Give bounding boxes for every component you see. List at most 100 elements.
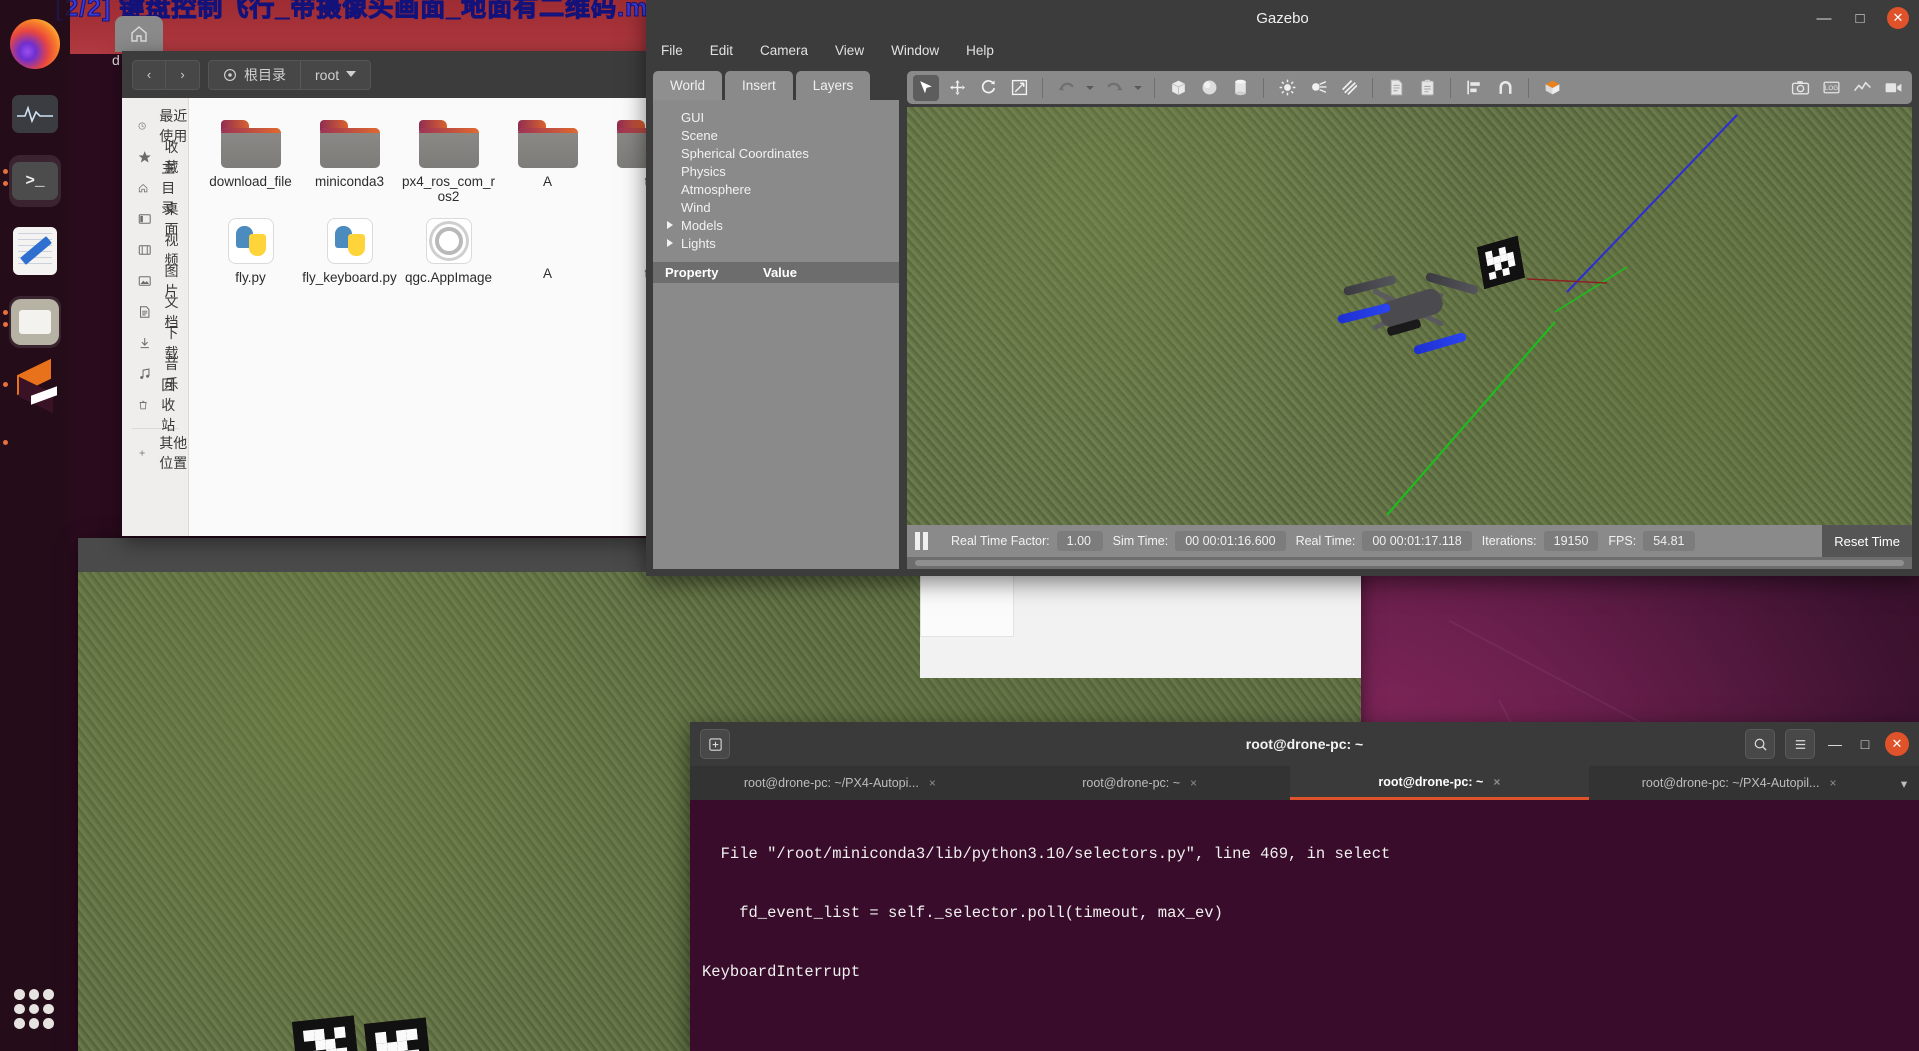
cylinder-icon[interactable] bbox=[1227, 75, 1253, 101]
menu-window[interactable]: Window bbox=[891, 43, 939, 58]
file-name: download_file bbox=[209, 174, 292, 189]
tree-item-models[interactable]: Models bbox=[653, 216, 899, 234]
minimize-button[interactable]: — bbox=[1815, 10, 1833, 27]
file-item[interactable]: qgc.AppImage bbox=[399, 210, 498, 285]
file-item[interactable]: miniconda3 bbox=[300, 112, 399, 204]
log-icon[interactable]: LOG bbox=[1818, 75, 1844, 101]
sidebar-item-other-locations[interactable]: 其他位置 bbox=[122, 435, 188, 471]
terminal-tab[interactable]: root@drone-pc: ~/PX4-Autopi... × bbox=[690, 766, 990, 800]
point-light-icon[interactable] bbox=[1274, 75, 1300, 101]
dock-item-software-store[interactable] bbox=[9, 358, 61, 414]
dock-item-files[interactable] bbox=[9, 296, 61, 348]
menu-help[interactable]: Help bbox=[966, 43, 994, 58]
file-name: px4_ros_com_ros2 bbox=[401, 174, 496, 204]
tab-insert[interactable]: Insert bbox=[725, 71, 793, 100]
box-icon[interactable] bbox=[1165, 75, 1191, 101]
dock-item-firefox[interactable] bbox=[9, 18, 61, 70]
show-applications-button[interactable] bbox=[14, 989, 54, 1029]
expand-arrow-icon[interactable] bbox=[667, 221, 673, 229]
reset-time-button[interactable]: Reset Time bbox=[1822, 525, 1912, 557]
file-item[interactable]: A bbox=[498, 210, 597, 285]
terminal-title: root@drone-pc: ~ bbox=[1245, 736, 1364, 752]
back-button[interactable]: ‹ bbox=[132, 59, 166, 90]
gazebo-world-tree: GUI Scene Spherical Coordinates Physics … bbox=[653, 100, 899, 569]
tab-close-icon[interactable]: × bbox=[1190, 776, 1197, 790]
forward-button[interactable]: › bbox=[166, 59, 200, 90]
maximize-button[interactable]: □ bbox=[1855, 736, 1875, 752]
directional-light-icon[interactable] bbox=[1336, 75, 1362, 101]
folder-icon bbox=[220, 120, 281, 168]
tree-item-physics[interactable]: Physics bbox=[653, 162, 899, 180]
sphere-icon[interactable] bbox=[1196, 75, 1222, 101]
align-icon[interactable] bbox=[1461, 75, 1487, 101]
maximize-button[interactable]: □ bbox=[1851, 10, 1869, 27]
paste-icon[interactable] bbox=[1414, 75, 1440, 101]
terminal-tab[interactable]: root@drone-pc: ~/PX4-Autopil... × bbox=[1589, 766, 1889, 800]
translate-icon[interactable] bbox=[944, 75, 970, 101]
terminal-tab-active[interactable]: root@drone-pc: ~ × bbox=[1289, 766, 1590, 800]
system-monitor-icon bbox=[12, 95, 58, 133]
tab-layers[interactable]: Layers bbox=[795, 71, 871, 100]
breadcrumb-current[interactable]: root bbox=[300, 60, 370, 89]
file-item[interactable]: px4_ros_com_ros2 bbox=[399, 112, 498, 204]
undo-dropdown-icon[interactable] bbox=[1084, 75, 1096, 101]
minimize-button[interactable]: — bbox=[1825, 736, 1845, 752]
redo-dropdown-icon[interactable] bbox=[1132, 75, 1144, 101]
video-record-icon[interactable] bbox=[1880, 75, 1906, 101]
close-button[interactable]: ✕ bbox=[1887, 7, 1909, 29]
file-item[interactable]: fly.py bbox=[201, 210, 300, 285]
scale-icon[interactable] bbox=[1006, 75, 1032, 101]
menu-camera[interactable]: Camera bbox=[760, 43, 808, 58]
python-file-icon bbox=[227, 218, 274, 264]
dock-item-system-monitor[interactable] bbox=[9, 88, 61, 140]
hamburger-menu-button[interactable] bbox=[1785, 729, 1815, 759]
copy-icon[interactable] bbox=[1383, 75, 1409, 101]
sidebar-item-trash[interactable]: 回收站 bbox=[122, 377, 188, 433]
screenshot-icon[interactable] bbox=[1787, 75, 1813, 101]
pause-icon[interactable] bbox=[915, 532, 929, 550]
select-arrow-icon[interactable] bbox=[913, 74, 939, 101]
view-angle-icon[interactable] bbox=[1539, 75, 1565, 101]
tree-item-lights[interactable]: Lights bbox=[653, 234, 899, 252]
gazebo-toolbar: LOG bbox=[907, 71, 1912, 104]
qgroundcontrol-subpanel bbox=[920, 570, 1014, 637]
search-button[interactable] bbox=[1745, 729, 1775, 759]
drone-model[interactable] bbox=[1336, 265, 1480, 365]
terminal-tab[interactable]: root@drone-pc: ~ × bbox=[990, 766, 1290, 800]
undo-icon[interactable] bbox=[1053, 75, 1079, 101]
tab-close-icon[interactable]: × bbox=[1493, 775, 1500, 789]
tree-item-wind[interactable]: Wind bbox=[653, 198, 899, 216]
dock-item-terminal[interactable]: >_ bbox=[9, 155, 61, 207]
gazebo-3d-viewport[interactable] bbox=[907, 107, 1912, 525]
file-item[interactable]: download_file bbox=[201, 112, 300, 204]
tree-item-spherical-coordinates[interactable]: Spherical Coordinates bbox=[653, 144, 899, 162]
home-tab-icon[interactable] bbox=[115, 16, 163, 52]
tab-world[interactable]: World bbox=[653, 71, 723, 100]
menu-view[interactable]: View bbox=[835, 43, 864, 58]
snap-icon[interactable] bbox=[1492, 75, 1518, 101]
close-button[interactable]: ✕ bbox=[1885, 732, 1909, 756]
file-item[interactable]: fly_keyboard.py bbox=[300, 210, 399, 285]
gazebo-scrollbar[interactable] bbox=[907, 557, 1912, 569]
terminal-output[interactable]: File "/root/miniconda3/lib/python3.10/se… bbox=[690, 800, 1919, 1051]
dock-item-text-editor[interactable] bbox=[9, 225, 61, 277]
tree-item-gui[interactable]: GUI bbox=[653, 108, 899, 126]
menu-edit[interactable]: Edit bbox=[710, 43, 733, 58]
breadcrumb-root[interactable]: 根目录 bbox=[209, 61, 300, 89]
expand-arrow-icon[interactable] bbox=[667, 239, 673, 247]
tab-list-dropdown-icon[interactable]: ▾ bbox=[1889, 766, 1919, 800]
spot-light-icon[interactable] bbox=[1305, 75, 1331, 101]
tree-item-scene[interactable]: Scene bbox=[653, 126, 899, 144]
menu-file[interactable]: File bbox=[661, 43, 683, 58]
trash-icon bbox=[139, 400, 147, 409]
tab-close-icon[interactable]: × bbox=[1829, 776, 1836, 790]
tree-item-atmosphere[interactable]: Atmosphere bbox=[653, 180, 899, 198]
rotate-icon[interactable] bbox=[975, 75, 1001, 101]
tab-close-icon[interactable]: × bbox=[929, 776, 936, 790]
file-item[interactable]: A bbox=[498, 112, 597, 204]
file-manager-body: 最近使用 收藏 主目录 桌面 视频 图片 文档 下载 音乐 回收站 其他位置 d… bbox=[122, 98, 696, 536]
redo-icon[interactable] bbox=[1101, 75, 1127, 101]
plot-icon[interactable] bbox=[1849, 75, 1875, 101]
new-tab-button[interactable] bbox=[700, 729, 730, 759]
sim-time-value: 00 00:01:16.600 bbox=[1175, 531, 1286, 551]
